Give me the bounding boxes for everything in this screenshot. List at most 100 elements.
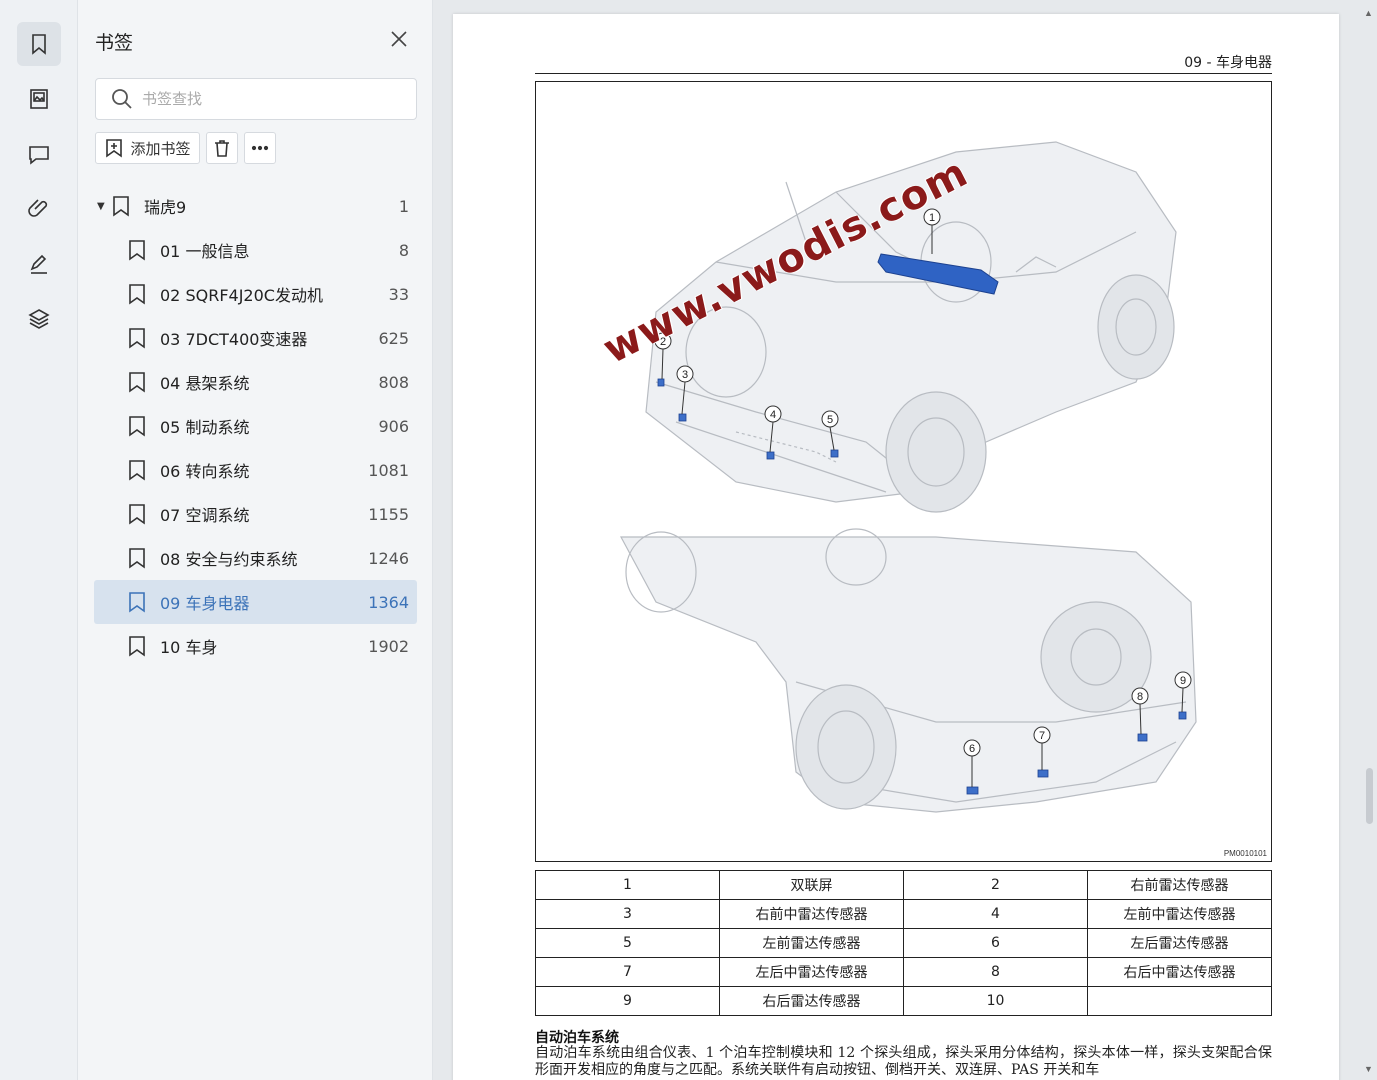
section-title: 自动泊车系统 bbox=[535, 1030, 619, 1046]
bookmark-root[interactable]: ▼ 瑞虎9 1 bbox=[94, 184, 417, 228]
callout-3: 3 bbox=[676, 365, 694, 383]
add-bookmark-button[interactable]: 添加书签 bbox=[95, 132, 200, 164]
legend-row: 3 右前中雷达传感器 4 左前中雷达传感器 bbox=[535, 899, 1272, 929]
sensor-3 bbox=[678, 413, 687, 422]
bookmark-label: 02 SQRF4J20C发动机 bbox=[160, 286, 323, 305]
rear-wheel-left bbox=[795, 684, 897, 810]
bookmark-label: 09 车身电器 bbox=[160, 594, 250, 613]
callout-label: 7 bbox=[1039, 730, 1045, 742]
callout-label: 6 bbox=[969, 743, 975, 755]
rail-layers-button[interactable] bbox=[17, 297, 61, 341]
bookmark-item[interactable]: 02 SQRF4J20C发动机 33 bbox=[94, 272, 417, 316]
bookmark-label: 瑞虎9 bbox=[144, 198, 187, 217]
callout-label: 1 bbox=[929, 212, 935, 224]
legend-name: 双联屏 bbox=[719, 870, 904, 900]
attachment-icon bbox=[28, 199, 48, 217]
bookmark-icon bbox=[128, 371, 146, 393]
vehicle-figure: 123456789 www.vwodis.com PM0010101 bbox=[535, 81, 1272, 862]
figure-code: PM0010101 bbox=[1223, 849, 1267, 858]
callout-label: 8 bbox=[1137, 691, 1143, 703]
sensor-8 bbox=[1137, 733, 1148, 742]
bookmark-item[interactable]: 04 悬架系统 808 bbox=[94, 360, 417, 404]
bookmark-icon bbox=[128, 327, 146, 349]
bookmark-search-input[interactable] bbox=[142, 90, 402, 108]
thumbnail-icon bbox=[30, 89, 48, 109]
bookmark-icon bbox=[128, 635, 146, 657]
bookmark-item[interactable]: 06 转向系统 1081 bbox=[94, 448, 417, 492]
sensor-2 bbox=[657, 378, 665, 387]
bookmark-icon bbox=[128, 503, 146, 525]
front-wheel-right bbox=[885, 391, 987, 513]
bookmark-page: 1902 bbox=[368, 636, 409, 656]
legend-name: 右后雷达传感器 bbox=[719, 986, 904, 1016]
bookmark-page: 625 bbox=[378, 328, 409, 348]
layers-icon bbox=[28, 309, 50, 329]
sensor-9 bbox=[1178, 711, 1187, 720]
bookmark-page: 8 bbox=[398, 240, 409, 260]
more-icon bbox=[251, 145, 269, 151]
signature-icon bbox=[30, 254, 47, 274]
expand-caret-icon[interactable]: ▼ bbox=[97, 201, 105, 212]
bookmark-label: 10 车身 bbox=[160, 638, 218, 657]
bookmark-item[interactable]: 03 7DCT400变速器 625 bbox=[94, 316, 417, 360]
legend-number: 2 bbox=[903, 870, 1088, 900]
panel-title: 书签 bbox=[95, 33, 134, 54]
legend-name: 右后中雷达传感器 bbox=[1087, 957, 1272, 987]
close-panel-button[interactable] bbox=[388, 28, 412, 52]
bookmark-item[interactable]: 01 一般信息 8 bbox=[94, 228, 417, 272]
legend-number: 6 bbox=[903, 928, 1088, 958]
add-bookmark-label: 添加书签 bbox=[130, 139, 191, 158]
sensor-5 bbox=[830, 449, 839, 458]
page-header: 09 - 车身电器 bbox=[535, 52, 1272, 74]
bookmark-page: 1 bbox=[398, 196, 409, 216]
scroll-thumb[interactable] bbox=[1366, 768, 1373, 824]
rail-attachment-button[interactable] bbox=[17, 187, 61, 231]
legend-name bbox=[1087, 986, 1272, 1016]
vertical-scrollbar[interactable]: ▲ ▼ bbox=[1361, 0, 1377, 1080]
rail-comment-button[interactable] bbox=[17, 132, 61, 176]
callout-9: 9 bbox=[1174, 671, 1192, 689]
document-viewport[interactable]: 09 - 车身电器 1 2 3 4 5 6 7 8 9 www.vwodis.c… bbox=[434, 0, 1377, 1080]
bookmark-icon bbox=[128, 415, 146, 437]
bookmark-label: 08 安全与约束系统 bbox=[160, 550, 298, 569]
callout-label: 9 bbox=[1180, 675, 1186, 687]
rail-signature-button[interactable] bbox=[17, 242, 61, 286]
bookmark-page: 1246 bbox=[368, 548, 409, 568]
legend-number: 9 bbox=[535, 986, 720, 1016]
callout-label: 4 bbox=[770, 409, 776, 421]
left-icon-rail bbox=[0, 0, 78, 1080]
delete-bookmark-button[interactable] bbox=[206, 132, 238, 164]
legend-name: 左前中雷达传感器 bbox=[1087, 899, 1272, 929]
callout-8: 8 bbox=[1131, 687, 1149, 705]
bookmark-item[interactable]: 09 车身电器 1364 bbox=[94, 580, 417, 624]
bookmark-page: 1155 bbox=[368, 504, 409, 524]
legend-number: 4 bbox=[903, 899, 1088, 929]
bookmark-icon bbox=[128, 459, 146, 481]
scroll-down-icon[interactable]: ▼ bbox=[1364, 1064, 1373, 1074]
bookmark-icon bbox=[128, 547, 146, 569]
callout-label: 3 bbox=[682, 369, 688, 381]
bookmark-icon bbox=[128, 591, 146, 613]
bookmark-icon bbox=[112, 195, 130, 217]
legend-row: 9 右后雷达传感器 10 bbox=[535, 986, 1272, 1016]
callout-4: 4 bbox=[764, 405, 782, 423]
rear-wheel-right bbox=[1097, 274, 1175, 380]
bookmark-item[interactable]: 05 制动系统 906 bbox=[94, 404, 417, 448]
rail-thumbnail-button[interactable] bbox=[17, 77, 61, 121]
callout-label: 5 bbox=[827, 414, 833, 426]
rail-bookmark-button[interactable] bbox=[17, 22, 61, 66]
bookmark-item[interactable]: 10 车身 1902 bbox=[94, 624, 417, 668]
bookmark-page: 33 bbox=[388, 284, 409, 304]
bookmark-item[interactable]: 07 空调系统 1155 bbox=[94, 492, 417, 536]
bookmark-label: 06 转向系统 bbox=[160, 462, 250, 481]
close-icon bbox=[391, 31, 407, 47]
bookmark-label: 04 悬架系统 bbox=[160, 374, 250, 393]
legend-number: 10 bbox=[903, 986, 1088, 1016]
bookmark-search bbox=[95, 78, 417, 120]
legend-row: 5 左前雷达传感器 6 左后雷达传感器 bbox=[535, 928, 1272, 958]
scroll-up-icon[interactable]: ▲ bbox=[1364, 8, 1373, 18]
bookmark-page: 1364 bbox=[368, 592, 409, 612]
legend-name: 左前雷达传感器 bbox=[719, 928, 904, 958]
bookmark-item[interactable]: 08 安全与约束系统 1246 bbox=[94, 536, 417, 580]
more-options-button[interactable] bbox=[244, 132, 276, 164]
